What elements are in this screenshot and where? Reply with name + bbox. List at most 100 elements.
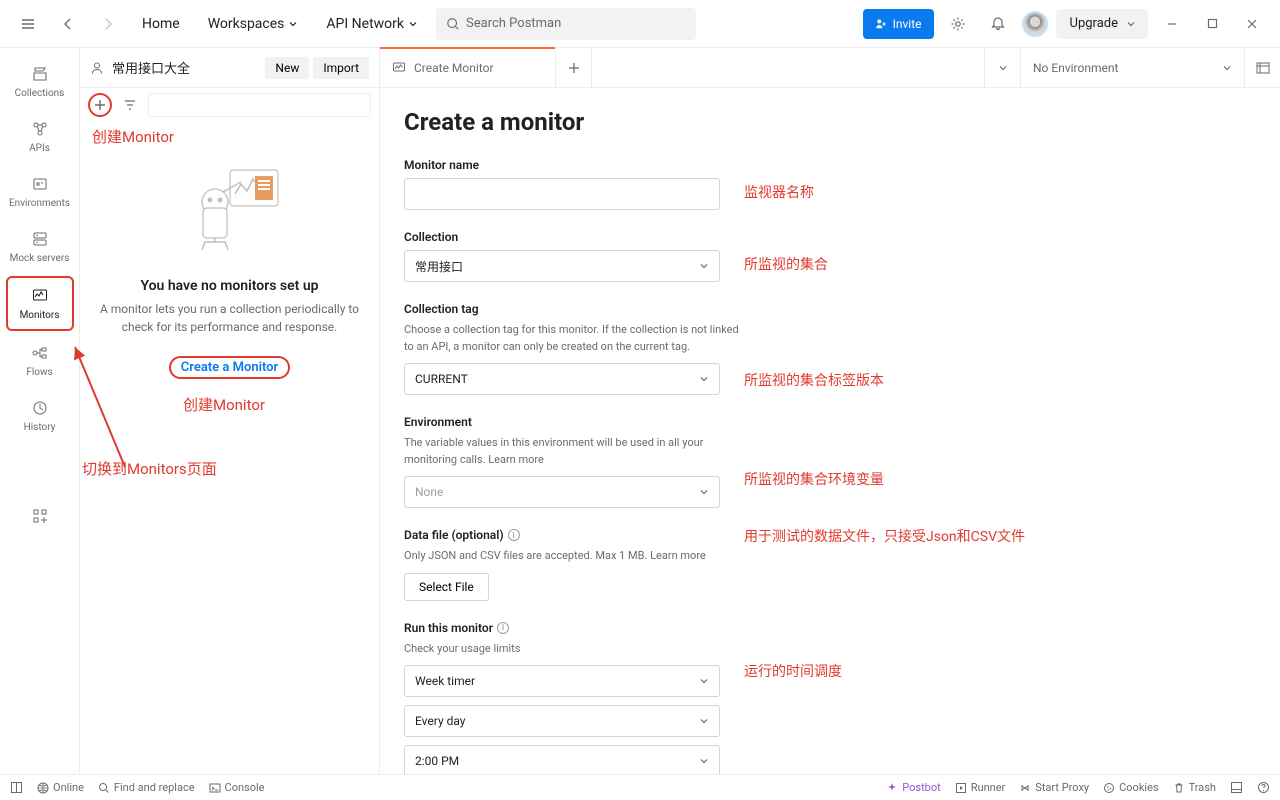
filter-input[interactable] — [148, 93, 371, 117]
annotation: 所监视的集合环境变量 — [744, 469, 884, 489]
sb-console-label: Console — [225, 781, 265, 794]
sidebar-configure[interactable] — [6, 498, 74, 534]
info-icon: i — [508, 529, 520, 541]
upgrade-label: Upgrade — [1070, 16, 1118, 31]
sidebar-panel: 常用接口大全 New Import 创建Monitor You have no … — [80, 48, 380, 774]
collection-value: 常用接口 — [415, 258, 463, 275]
environment-label: No Environment — [1033, 61, 1118, 75]
empty-illustration — [175, 152, 285, 262]
sidebar-item-label: Environments — [9, 198, 70, 209]
filter-icon[interactable] — [120, 95, 140, 115]
annotation: 用于测试的数据文件，只接受Json和CSV文件 — [744, 526, 1025, 546]
sidebar-item-collections[interactable]: Collections — [6, 56, 74, 107]
invite-button[interactable]: Invite — [863, 9, 934, 39]
create-plus-icon[interactable] — [88, 93, 112, 117]
nav-api-network[interactable]: API Network — [316, 10, 428, 38]
sb-cookies[interactable]: Cookies — [1103, 781, 1158, 794]
sb-runner-label: Runner — [971, 781, 1006, 794]
environment-hint: The variable values in this environment … — [404, 435, 744, 468]
hamburger-icon[interactable] — [12, 8, 44, 40]
sb-trash-label: Trash — [1189, 781, 1216, 794]
collection-select[interactable]: 常用接口 — [404, 250, 720, 282]
sidebar-item-environments[interactable]: Environments — [6, 166, 74, 217]
tab-create-monitor[interactable]: Create Monitor — [380, 48, 556, 87]
sidebar-item-flows[interactable]: Flows — [6, 335, 74, 386]
sidebar-item-label: Monitors — [20, 310, 60, 321]
tabs-row: Create Monitor No Environment — [380, 48, 1280, 88]
empty-description: A monitor lets you run a collection peri… — [98, 300, 361, 336]
sb-online-label: Online — [53, 781, 84, 794]
run-monitor-label: Run this monitori — [404, 621, 1256, 635]
sb-online[interactable]: Online — [37, 781, 84, 794]
back-icon[interactable] — [52, 8, 84, 40]
sb-find[interactable]: Find and replace — [98, 781, 195, 794]
environment-quicklook-icon[interactable] — [1244, 48, 1280, 87]
grid-plus-icon — [30, 506, 50, 526]
mock-servers-icon — [30, 229, 50, 249]
nav-workspaces[interactable]: Workspaces — [198, 10, 309, 38]
collection-tag-select[interactable]: CURRENT — [404, 363, 720, 395]
environment-label: Environment — [404, 415, 1256, 429]
sidebar-item-monitors[interactable]: Monitors — [6, 276, 74, 331]
annotation: 监视器名称 — [744, 182, 814, 202]
avatar[interactable] — [1022, 11, 1048, 37]
environment-select[interactable]: None — [404, 476, 720, 508]
chevron-down-icon — [699, 676, 709, 686]
monitors-icon — [392, 61, 406, 75]
search-input[interactable]: Search Postman — [436, 8, 696, 40]
chevron-down-icon — [699, 716, 709, 726]
sidebar-item-mock-servers[interactable]: Mock servers — [6, 221, 74, 272]
window-close-icon[interactable] — [1236, 8, 1268, 40]
annotation: 运行的时间调度 — [744, 661, 842, 681]
select-file-button[interactable]: Select File — [404, 573, 489, 601]
environment-selector[interactable]: No Environment — [1020, 48, 1244, 87]
workspace-header: 常用接口大全 New Import — [80, 48, 379, 88]
run-time-select[interactable]: 2:00 PM — [404, 745, 720, 774]
sb-help-icon[interactable] — [1257, 781, 1270, 794]
upgrade-button[interactable]: Upgrade — [1056, 9, 1148, 39]
new-button[interactable]: New — [265, 57, 309, 79]
bell-icon[interactable] — [982, 8, 1014, 40]
invite-icon — [875, 18, 887, 30]
sidebar-item-label: Mock servers — [10, 253, 70, 264]
collection-tag-value: CURRENT — [415, 372, 468, 386]
workspace-title[interactable]: 常用接口大全 — [90, 58, 190, 77]
sb-postbot[interactable]: Postbot — [886, 781, 940, 794]
chevron-down-icon — [699, 756, 709, 766]
add-tab-button[interactable] — [556, 48, 592, 87]
monitor-name-input[interactable] — [404, 178, 720, 210]
forward-icon[interactable] — [92, 8, 124, 40]
cookie-icon — [1103, 782, 1115, 794]
nav-home[interactable]: Home — [132, 10, 190, 38]
tab-label: Create Monitor — [414, 61, 494, 75]
tabs-dropdown[interactable] — [984, 48, 1020, 87]
collection-tag-label: Collection tag — [404, 302, 1256, 316]
sb-layout-icon[interactable] — [10, 781, 23, 794]
import-button[interactable]: Import — [313, 57, 369, 79]
run-timer-select[interactable]: Week timer — [404, 665, 720, 697]
sb-trash[interactable]: Trash — [1173, 781, 1216, 794]
monitors-icon — [30, 286, 50, 306]
sidebar-item-label: APIs — [29, 143, 50, 154]
statusbar: Online Find and replace Console Postbot … — [0, 774, 1280, 800]
apis-icon — [30, 119, 50, 139]
annotation: 创建Monitor — [183, 394, 265, 415]
create-monitor-link[interactable]: Create a Monitor — [181, 360, 278, 375]
console-icon — [209, 782, 221, 794]
info-icon: i — [497, 622, 509, 634]
sb-layout2-icon[interactable] — [1230, 781, 1243, 794]
trash-icon — [1173, 782, 1185, 794]
nav-api-network-label: API Network — [326, 16, 404, 32]
annotation: 切换到Monitors页面 — [82, 458, 217, 479]
sb-proxy-label: Start Proxy — [1035, 781, 1089, 794]
sb-console[interactable]: Console — [209, 781, 265, 794]
datafile-hint: Only JSON and CSV files are accepted. Ma… — [404, 548, 744, 565]
run-day-select[interactable]: Every day — [404, 705, 720, 737]
sidebar-item-apis[interactable]: APIs — [6, 111, 74, 162]
sb-proxy[interactable]: Start Proxy — [1019, 781, 1089, 794]
sidebar-item-history[interactable]: History — [6, 390, 74, 441]
sb-runner[interactable]: Runner — [955, 781, 1006, 794]
window-minimize-icon[interactable] — [1156, 8, 1188, 40]
window-maximize-icon[interactable] — [1196, 8, 1228, 40]
gear-icon[interactable] — [942, 8, 974, 40]
